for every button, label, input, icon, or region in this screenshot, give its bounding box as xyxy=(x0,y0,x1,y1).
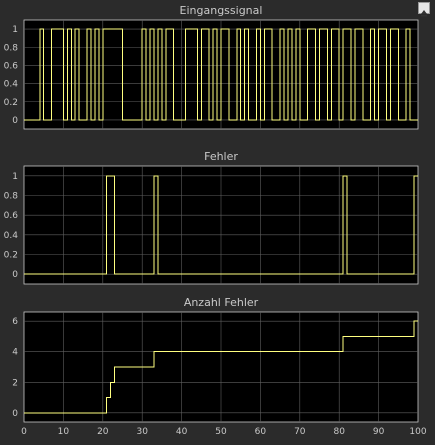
x-tick-label: 0 xyxy=(21,427,27,437)
y-tick-label: 0.8 xyxy=(4,43,19,53)
undock-arrow-icon xyxy=(421,10,427,17)
y-tick-label: 6 xyxy=(12,317,18,327)
x-tick-label: 60 xyxy=(255,427,267,437)
x-tick-label: 70 xyxy=(294,427,306,437)
y-tick-label: 0.8 xyxy=(4,192,19,202)
y-tick-label: 0.6 xyxy=(4,211,19,221)
y-tick-label: 0.2 xyxy=(4,251,18,261)
x-tick-label: 20 xyxy=(97,427,109,437)
axes-title: Fehler xyxy=(204,150,238,163)
x-tick-label: 30 xyxy=(136,427,148,437)
y-tick-label: 0.6 xyxy=(4,61,19,71)
x-tick-label: 100 xyxy=(409,427,426,437)
y-tick-label: 0 xyxy=(12,116,18,126)
y-tick-label: 0 xyxy=(12,409,18,419)
y-tick-label: 0.4 xyxy=(4,231,19,241)
axes-title: Anzahl Fehler xyxy=(184,296,259,309)
x-tick-label: 80 xyxy=(333,427,345,437)
axes-title: Eingangssignal xyxy=(180,4,263,17)
x-tick-label: 90 xyxy=(373,427,385,437)
x-tick-label: 40 xyxy=(176,427,188,437)
x-tick-label: 10 xyxy=(58,427,70,437)
y-tick-label: 4 xyxy=(12,348,18,358)
x-tick-label: 50 xyxy=(215,427,227,437)
y-tick-label: 0.4 xyxy=(4,80,19,90)
y-tick-label: 0 xyxy=(12,270,18,280)
scope-figure: Eingangssignal 0 0.2 0.4 0.6 0.8 1 Fehler 0 0.2 0.… xyxy=(4,4,427,437)
y-tick-label: 0.2 xyxy=(4,98,18,108)
undock-button[interactable] xyxy=(418,2,430,17)
y-tick-label: 2 xyxy=(12,378,18,388)
y-tick-label: 1 xyxy=(12,25,18,35)
y-tick-label: 1 xyxy=(12,172,18,182)
